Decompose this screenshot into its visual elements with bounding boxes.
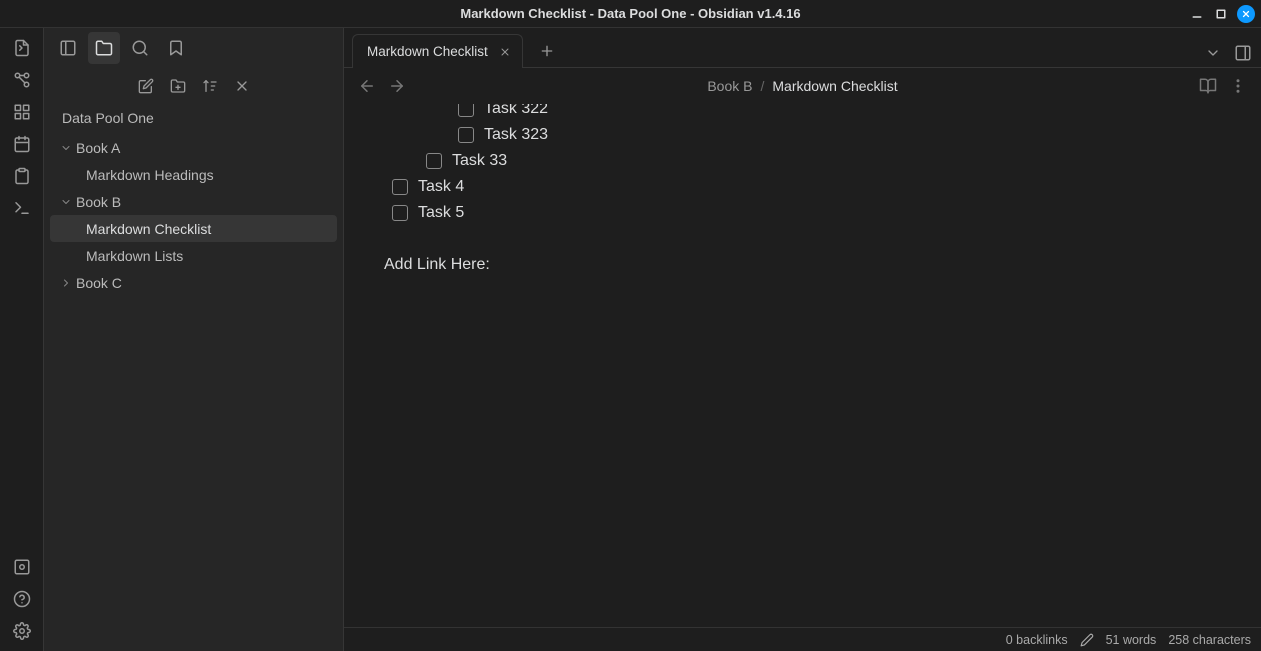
templates-icon[interactable]	[12, 166, 32, 186]
chevron-right-icon	[58, 277, 74, 289]
window-controls	[1189, 5, 1255, 23]
graph-view-icon[interactable]	[12, 70, 32, 90]
ribbon	[0, 28, 44, 651]
folder-book-b[interactable]: Book B	[50, 188, 337, 215]
file-explorer-tab[interactable]	[88, 32, 120, 64]
file-tree: Book A Markdown Headings Book B Markdown…	[44, 134, 343, 651]
file-markdown-lists[interactable]: Markdown Lists	[50, 242, 337, 269]
checkbox[interactable]	[392, 205, 408, 221]
folder-label: Book C	[76, 275, 122, 291]
help-icon[interactable]	[12, 589, 32, 609]
new-folder-icon[interactable]	[169, 77, 187, 95]
breadcrumb-current[interactable]: Markdown Checklist	[772, 78, 897, 94]
daily-note-icon[interactable]	[12, 134, 32, 154]
explorer-actions	[44, 68, 343, 104]
status-bar: 0 backlinks 51 words 258 characters	[344, 627, 1261, 651]
settings-icon[interactable]	[12, 621, 32, 641]
command-palette-icon[interactable]	[12, 198, 32, 218]
status-chars[interactable]: 258 characters	[1168, 633, 1251, 647]
checkbox[interactable]	[458, 104, 474, 117]
quick-switcher-icon[interactable]	[12, 38, 32, 58]
nav-buttons	[358, 77, 406, 95]
task-item: Task 4	[384, 174, 1221, 200]
vault-icon[interactable]	[12, 557, 32, 577]
new-tab-button[interactable]	[533, 37, 561, 65]
maximize-button[interactable]	[1213, 6, 1229, 22]
canvas-icon[interactable]	[12, 102, 32, 122]
breadcrumb-bar: Book B / Markdown Checklist	[344, 68, 1261, 104]
task-item: Task 33	[384, 148, 1221, 174]
file-label: Markdown Headings	[86, 167, 214, 183]
chevron-down-icon	[58, 142, 74, 154]
editor[interactable]: Task 322 Task 323 Task 33 Task 4 Task 5 …	[344, 104, 1261, 627]
main: Data Pool One Book A Markdown Headings B…	[0, 28, 1261, 651]
status-words[interactable]: 51 words	[1106, 633, 1157, 647]
task-label[interactable]: Task 322	[484, 104, 548, 122]
new-note-icon[interactable]	[137, 77, 155, 95]
tab-bar-right	[1203, 43, 1253, 63]
left-sidebar: Data Pool One Book A Markdown Headings B…	[44, 28, 344, 651]
folder-book-c[interactable]: Book C	[50, 269, 337, 296]
task-item: Task 323	[384, 122, 1221, 148]
checkbox[interactable]	[392, 179, 408, 195]
minimize-button[interactable]	[1189, 6, 1205, 22]
titlebar: Markdown Checklist - Data Pool One - Obs…	[0, 0, 1261, 28]
breadcrumb-separator: /	[760, 78, 764, 94]
content-area: Markdown Checklist Book B / Markdown Che…	[344, 28, 1261, 651]
expand-right-sidebar-icon[interactable]	[1233, 43, 1253, 63]
tab-label: Markdown Checklist	[367, 44, 488, 59]
tab-dropdown-icon[interactable]	[1203, 43, 1223, 63]
nav-forward-icon[interactable]	[388, 77, 406, 95]
task-label[interactable]: Task 4	[418, 174, 464, 200]
breadcrumb: Book B / Markdown Checklist	[406, 78, 1199, 94]
sidebar-tabs	[44, 28, 343, 68]
window-title: Markdown Checklist - Data Pool One - Obs…	[460, 6, 800, 21]
checkbox[interactable]	[426, 153, 442, 169]
collapse-all-icon[interactable]	[233, 77, 251, 95]
more-options-icon[interactable]	[1229, 77, 1247, 95]
folder-label: Book B	[76, 194, 121, 210]
file-markdown-headings[interactable]: Markdown Headings	[50, 161, 337, 188]
task-item: Task 5	[384, 200, 1221, 226]
folder-book-a[interactable]: Book A	[50, 134, 337, 161]
sort-icon[interactable]	[201, 77, 219, 95]
nav-back-icon[interactable]	[358, 77, 376, 95]
status-backlinks[interactable]: 0 backlinks	[1006, 633, 1068, 647]
breadcrumb-parent[interactable]: Book B	[707, 78, 752, 94]
task-label[interactable]: Task 323	[484, 122, 548, 148]
tab-markdown-checklist[interactable]: Markdown Checklist	[352, 34, 523, 68]
vault-name[interactable]: Data Pool One	[44, 104, 343, 134]
collapse-sidebar-button[interactable]	[52, 32, 84, 64]
edit-icon[interactable]	[1080, 633, 1094, 647]
search-tab[interactable]	[124, 32, 156, 64]
file-label: Markdown Lists	[86, 248, 183, 264]
file-markdown-checklist[interactable]: Markdown Checklist	[50, 215, 337, 242]
task-label[interactable]: Task 33	[452, 148, 507, 174]
reading-view-icon[interactable]	[1199, 77, 1217, 95]
close-button[interactable]	[1237, 5, 1255, 23]
link-prompt-text[interactable]: Add Link Here:	[384, 256, 1221, 274]
checkbox[interactable]	[458, 127, 474, 143]
tab-bar: Markdown Checklist	[344, 28, 1261, 68]
folder-label: Book A	[76, 140, 120, 156]
chevron-down-icon	[58, 196, 74, 208]
task-label[interactable]: Task 5	[418, 200, 464, 226]
task-item: Task 322	[384, 104, 1221, 122]
view-actions	[1199, 77, 1247, 95]
close-tab-icon[interactable]	[498, 45, 512, 59]
file-label: Markdown Checklist	[86, 221, 211, 237]
bookmarks-tab[interactable]	[160, 32, 192, 64]
